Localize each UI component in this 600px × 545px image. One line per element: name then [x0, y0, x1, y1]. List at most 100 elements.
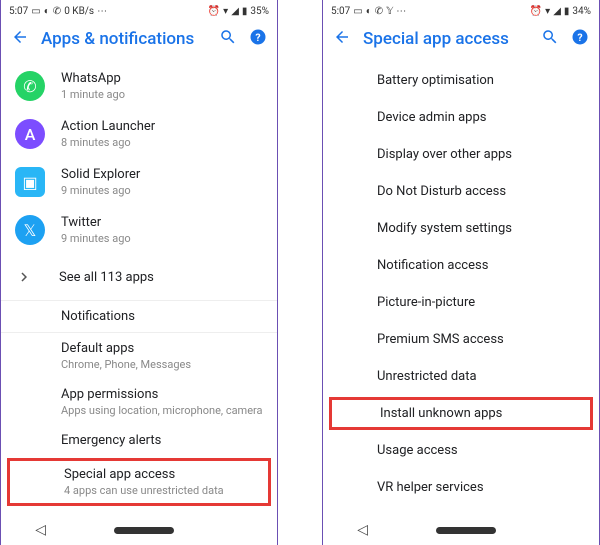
- help-icon[interactable]: ?: [249, 28, 267, 50]
- whatsapp-app-icon: ✆: [15, 71, 45, 101]
- nav-home-pill[interactable]: [114, 527, 174, 534]
- screen-title: Special app access: [363, 29, 529, 49]
- item-label: Special app access: [64, 467, 260, 482]
- alarm-icon: ⏰: [530, 6, 542, 17]
- twitter-icon: 𝕐: [386, 6, 393, 17]
- alarm-icon: ⏰: [208, 6, 220, 17]
- app-sub: 9 minutes ago: [61, 232, 263, 245]
- item-label: Install unknown apps: [380, 406, 502, 421]
- app-bar: Apps & notifications ?: [1, 18, 277, 62]
- status-icon: ◐: [366, 6, 372, 17]
- item-usage-access[interactable]: Usage access: [323, 432, 599, 469]
- item-label: VR helper services: [377, 480, 484, 495]
- whatsapp-icon: ✆: [375, 6, 383, 17]
- item-label: Notification access: [377, 258, 488, 273]
- item-install-unknown-apps[interactable]: Install unknown apps: [329, 397, 593, 430]
- app-name: Solid Explorer: [61, 167, 263, 182]
- item-default-apps[interactable]: Default apps Chrome, Phone, Messages: [1, 333, 277, 379]
- nav-back-icon[interactable]: ◁: [357, 522, 368, 538]
- item-label: Emergency alerts: [61, 433, 263, 448]
- item-do-not-disturb-access[interactable]: Do Not Disturb access: [323, 173, 599, 210]
- item-label: Picture-in-picture: [377, 295, 475, 310]
- whatsapp-icon: ✆: [53, 6, 61, 17]
- app-row-action-launcher[interactable]: A Action Launcher 8 minutes ago: [1, 110, 277, 158]
- item-app-permissions[interactable]: App permissions Apps using location, micr…: [1, 379, 277, 425]
- kbps-indicator: 0 KB/s: [64, 6, 94, 17]
- item-label: Default apps: [61, 341, 263, 356]
- item-unrestricted-data[interactable]: Unrestricted data: [323, 358, 599, 395]
- more-icon: ⋯: [97, 6, 107, 17]
- app-sub: 8 minutes ago: [61, 136, 263, 149]
- item-vr-helper-services[interactable]: VR helper services: [323, 469, 599, 506]
- app-name: Twitter: [61, 215, 263, 230]
- app-name: Action Launcher: [61, 119, 263, 134]
- svg-text:?: ?: [577, 31, 582, 44]
- item-display-over-other-apps[interactable]: Display over other apps: [323, 136, 599, 173]
- item-label: Premium SMS access: [377, 332, 504, 347]
- item-emergency-alerts[interactable]: Emergency alerts: [1, 425, 277, 456]
- item-sub: Apps using location, microphone, camera: [61, 404, 263, 417]
- wifi-icon: ▾: [545, 6, 550, 17]
- item-label: Modify system settings: [377, 221, 512, 236]
- svg-text:?: ?: [255, 31, 260, 44]
- item-battery-optimisation[interactable]: Battery optimisation: [323, 62, 599, 99]
- solid-explorer-app-icon: ▣: [15, 167, 45, 197]
- access-list: Battery optimisation Device admin apps D…: [323, 62, 599, 515]
- item-picture-in-picture[interactable]: Picture-in-picture: [323, 284, 599, 321]
- status-icon: ◐: [44, 6, 50, 17]
- item-label: Do Not Disturb access: [377, 184, 506, 199]
- battery-percent: 34%: [572, 6, 591, 17]
- item-label: Usage access: [377, 443, 458, 458]
- item-modify-system-settings[interactable]: Modify system settings: [323, 210, 599, 247]
- app-sub: 9 minutes ago: [61, 184, 263, 197]
- screen-title: Apps & notifications: [41, 29, 207, 49]
- apps-list: ✆ WhatsApp 1 minute ago A Action Launcher…: [1, 62, 277, 515]
- action-launcher-app-icon: A: [15, 119, 45, 149]
- item-sub: Chrome, Phone, Messages: [61, 358, 263, 371]
- item-device-admin-apps[interactable]: Device admin apps: [323, 99, 599, 136]
- status-icon: ▭: [353, 6, 362, 17]
- app-sub: 1 minute ago: [61, 88, 263, 101]
- status-bar: 5:07 ▭ ◐ ✆ 𝕐 ⋯ ⏰ ▾ ◢ ▮ 34%: [323, 0, 599, 18]
- phone-left: 5:07 ▭ ◐ ✆ 0 KB/s ⋯ ⏰ ▾ ◢ ▮ 35% Apps & n…: [0, 0, 278, 545]
- status-time: 5:07: [331, 6, 350, 17]
- phone-right: 5:07 ▭ ◐ ✆ 𝕐 ⋯ ⏰ ▾ ◢ ▮ 34% Special app a…: [322, 0, 600, 545]
- app-name: WhatsApp: [61, 71, 263, 86]
- wifi-icon: ▾: [223, 6, 228, 17]
- app-row-whatsapp[interactable]: ✆ WhatsApp 1 minute ago: [1, 62, 277, 110]
- help-icon[interactable]: ?: [571, 28, 589, 50]
- item-special-app-access[interactable]: Special app access 4 apps can use unrestr…: [7, 458, 271, 506]
- nav-home-pill[interactable]: [436, 527, 496, 534]
- signal-icon: ◢: [231, 6, 239, 17]
- item-label: App permissions: [61, 387, 263, 402]
- app-bar: Special app access ?: [323, 18, 599, 62]
- item-premium-sms-access[interactable]: Premium SMS access: [323, 321, 599, 358]
- nav-back-icon[interactable]: ◁: [35, 522, 46, 538]
- app-row-solid-explorer[interactable]: ▣ Solid Explorer 9 minutes ago: [1, 158, 277, 206]
- battery-icon: ▮: [564, 6, 570, 17]
- back-icon[interactable]: [333, 28, 351, 50]
- battery-percent: 35%: [250, 6, 269, 17]
- item-directory-access[interactable]: Directory access: [323, 506, 599, 515]
- search-icon[interactable]: [541, 28, 559, 50]
- search-icon[interactable]: [219, 28, 237, 50]
- app-row-twitter[interactable]: 𝕏 Twitter 9 minutes ago: [1, 206, 277, 254]
- back-icon[interactable]: [11, 28, 29, 50]
- see-all-label: See all 113 apps: [59, 270, 154, 285]
- item-notification-access[interactable]: Notification access: [323, 247, 599, 284]
- item-sub: 4 apps can use unrestricted data: [64, 484, 260, 497]
- twitter-app-icon: 𝕏: [15, 215, 45, 245]
- more-icon: ⋯: [396, 6, 406, 17]
- item-label: Battery optimisation: [377, 73, 494, 88]
- item-label: Unrestricted data: [377, 369, 477, 384]
- status-time: 5:07: [9, 6, 28, 17]
- see-all-apps[interactable]: See all 113 apps: [1, 254, 277, 300]
- item-label: Device admin apps: [377, 110, 486, 125]
- nav-bar: ◁: [323, 515, 599, 545]
- status-bar: 5:07 ▭ ◐ ✆ 0 KB/s ⋯ ⏰ ▾ ◢ ▮ 35%: [1, 0, 277, 18]
- item-label: Notifications: [61, 309, 263, 324]
- signal-icon: ◢: [553, 6, 561, 17]
- item-notifications[interactable]: Notifications: [1, 301, 277, 332]
- chevron-right-icon: [15, 268, 33, 286]
- nav-bar: ◁: [1, 515, 277, 545]
